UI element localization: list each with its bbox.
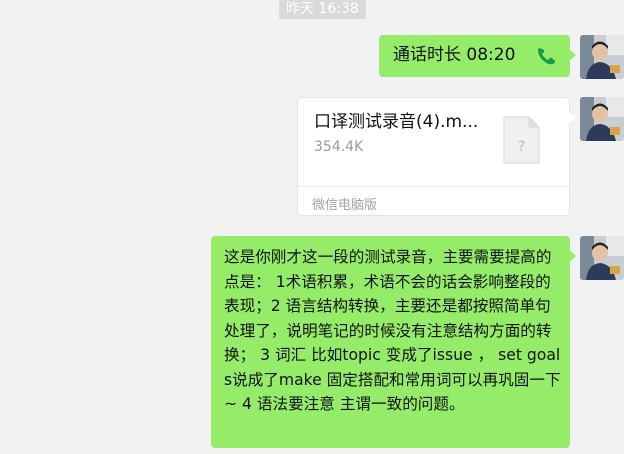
file-name: 口译测试录音(4).m... [314,112,479,132]
file-card-divider [298,186,569,187]
unknown-file-icon: ? [503,116,540,164]
svg-text:?: ? [518,139,525,155]
file-source-label: 微信电脑版 [312,198,378,213]
message-text: 这是你刚才这一段的测试录音，主要需要提高的点是： 1术语积累，术语不会的话会影响… [224,248,561,413]
text-message-bubble[interactable]: 这是你刚才这一段的测试录音，主要需要提高的点是： 1术语积累，术语不会的话会影响… [211,236,576,448]
avatar[interactable] [580,97,624,141]
avatar[interactable] [580,35,624,79]
call-duration-message[interactable]: 通话时长 08:20 [379,35,576,77]
file-message-card[interactable]: 口译测试录音(4).m... 354.4K ? 微信电脑版 [297,97,576,216]
avatar[interactable] [580,236,624,280]
chat-timestamp: 昨天 16:38 [279,0,366,19]
call-duration-text: 通话时长 08:20 [393,45,516,65]
phone-icon [535,46,557,66]
file-size: 354.4K [314,139,364,155]
